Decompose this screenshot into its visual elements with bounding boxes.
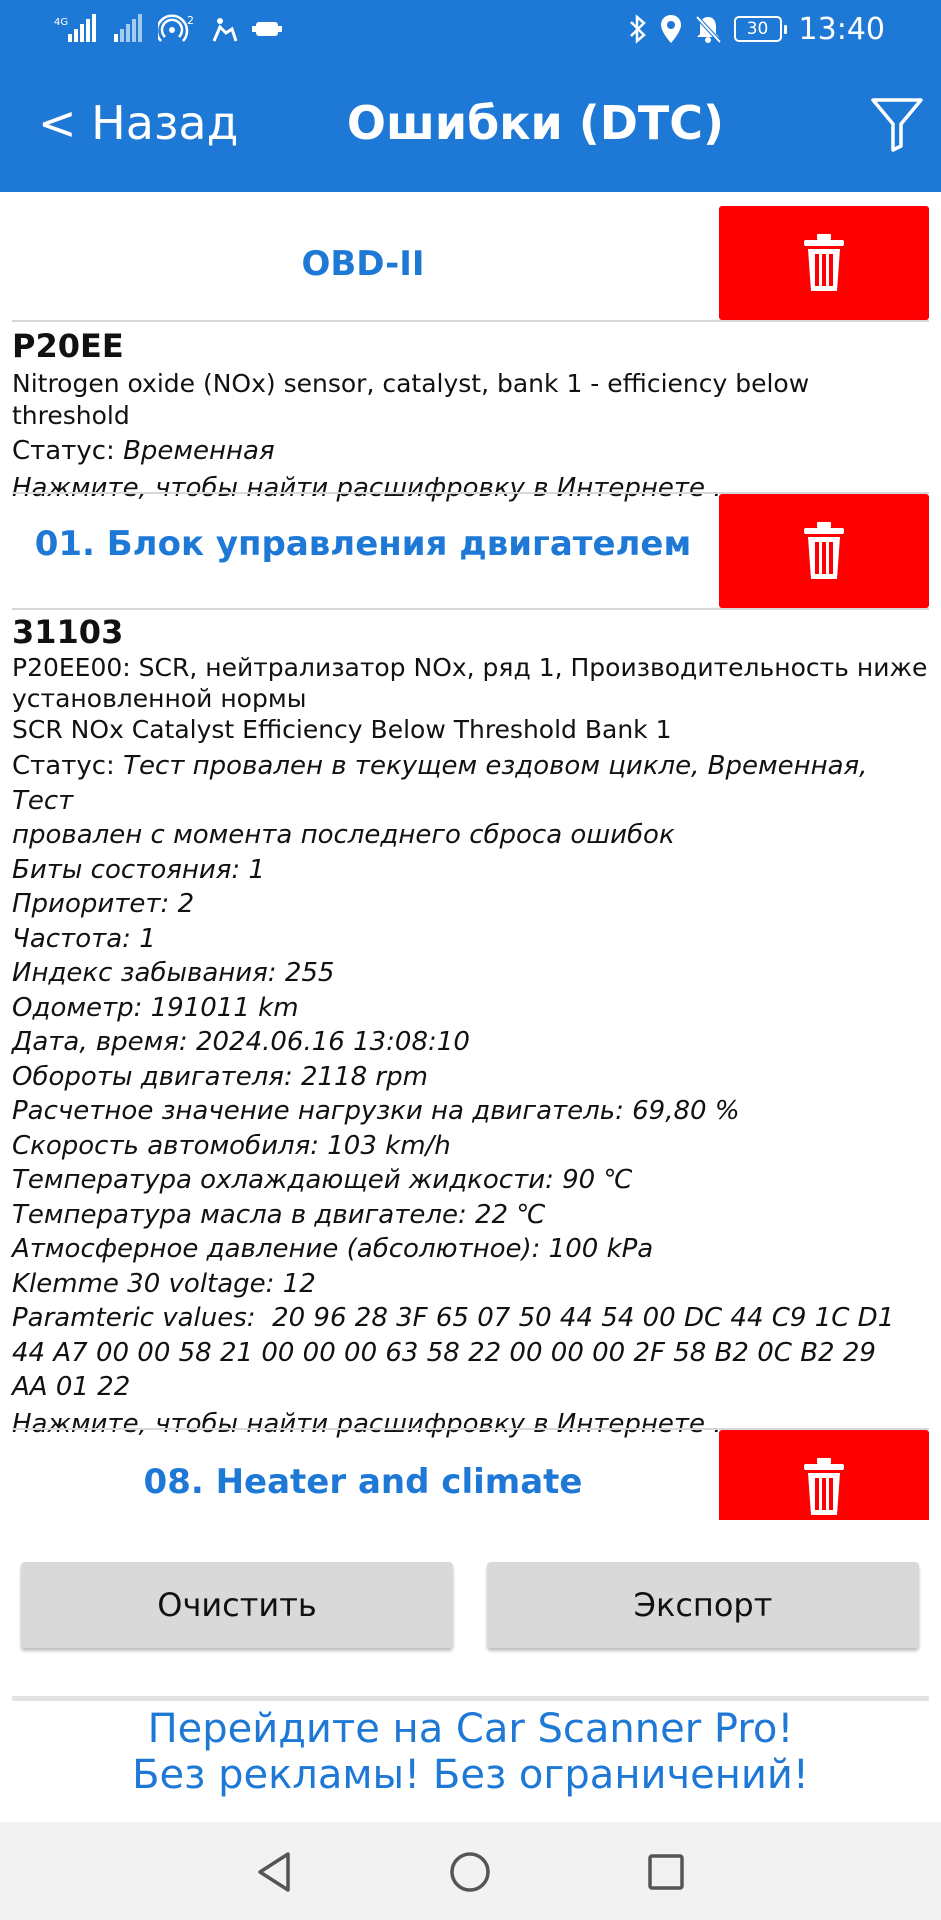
nav-home-icon[interactable] <box>442 1844 498 1900</box>
detail-status-bits: Биты состояния: 1 <box>12 854 265 885</box>
trash-icon <box>804 522 844 579</box>
nav-back-icon[interactable] <box>246 1844 302 1900</box>
section-header-heater: 08. Heater and climate <box>12 1430 929 1520</box>
mute-bell-icon <box>694 14 722 44</box>
filter-icon[interactable] <box>869 94 925 154</box>
section-title: OBD-II <box>301 244 425 284</box>
status-label: Статус: <box>12 436 124 466</box>
dtc-item[interactable]: P20EE Nitrogen oxide (NOx) sensor, catal… <box>12 326 929 505</box>
section-header-engine: 01. Блок управления двигателем <box>12 494 929 608</box>
trash-icon <box>804 1458 844 1515</box>
battery-icon: 30 <box>733 16 787 42</box>
detail-coolant-temp: Температура охлаждающей жидкости: 90 ℃ <box>12 1165 633 1195</box>
car-connection-icon <box>212 15 238 43</box>
detail-odometer: Одометр: 191011 km <box>12 992 299 1023</box>
detail-engine-load: Расчетное значение нагрузки на двигатель… <box>12 1096 740 1126</box>
detail-oil-temp: Температура масла в двигателе: 22 ℃ <box>12 1199 546 1230</box>
detail-parametric-values: Paramteric values: 20 96 28 3F 65 07 50 … <box>12 1303 895 1333</box>
battery-level: 30 <box>733 16 782 42</box>
dtc-code: P20EE <box>12 327 124 365</box>
status-value: Временная <box>123 436 275 466</box>
detail-forget-index: Индекс забывания: 255 <box>12 958 335 988</box>
section-header-obd2: OBD-II <box>12 206 929 320</box>
detail-vehicle-speed: Скорость автомобиля: 103 km/h <box>12 1130 451 1161</box>
app-bar: < Назад Ошибки (DTC) <box>0 58 941 192</box>
network-label: 4G <box>54 17 68 28</box>
dtc-status: Статус: Временная <box>12 434 929 469</box>
ad-line-1: Перейдите на Car Scanner Pro! <box>147 1706 794 1752</box>
delete-section-button[interactable] <box>719 494 929 608</box>
divider <box>12 1696 929 1701</box>
dtc-status-cont: провален с момента последнего сброса оши… <box>12 820 675 850</box>
detail-parametric-values-cont: 44 A7 00 00 58 21 00 00 00 63 58 22 00 0… <box>12 1337 876 1368</box>
detail-datetime: Дата, время: 2024.06.16 13:08:10 <box>12 1027 470 1057</box>
detail-klemme30: Klemme 30 voltage: 12 <box>12 1268 316 1299</box>
status-value: Тест провален в текущем ездовом цикле, В… <box>12 751 868 816</box>
dtc-description-line: установленной нормы <box>12 684 307 713</box>
section-title: 08. Heater and climate <box>143 1462 583 1502</box>
detail-priority: Приоритет: 2 <box>12 889 195 919</box>
status-label: Статус: <box>12 751 124 781</box>
detail-parametric-values-cont: AA 01 22 <box>12 1372 131 1402</box>
bluetooth-icon <box>628 14 648 44</box>
detail-baro-pressure: Атмосферное давление (абсолютное): 100 k… <box>12 1234 654 1264</box>
delete-section-button[interactable] <box>719 206 929 320</box>
detail-engine-rpm: Обороты двигателя: 2118 rpm <box>12 1061 428 1092</box>
system-nav-bar <box>0 1822 941 1920</box>
delete-section-button[interactable] <box>719 1430 929 1520</box>
signal-icon: 4G <box>54 14 100 44</box>
section-title: 01. Блок управления двигателем <box>34 524 692 564</box>
clock: 13:40 <box>798 11 885 47</box>
export-button[interactable]: Экспорт <box>487 1562 919 1648</box>
dtc-description: Nitrogen oxide (NOx) sensor, catalyst, b… <box>12 369 810 430</box>
ad-line-2: Без рекламы! Без ограничений! <box>132 1752 809 1798</box>
divider <box>12 320 929 322</box>
detail-frequency: Частота: 1 <box>12 923 156 954</box>
page-title: Ошибки (DTC) <box>346 96 725 150</box>
hotspot-icon: 2 <box>158 14 198 44</box>
signal-weak-icon <box>114 14 144 44</box>
obd-adapter-icon <box>252 18 282 40</box>
dtc-status: Статус: Тест провален в текущем ездовом … <box>12 749 929 818</box>
dtc-item[interactable]: 31103 P20EE00: SCR, нейтрализатор NOx, р… <box>12 612 929 1441</box>
nav-recents-icon[interactable] <box>638 1844 694 1900</box>
pro-upgrade-banner[interactable]: Перейдите на Car Scanner Pro! Без реклам… <box>0 1706 941 1798</box>
divider <box>12 608 929 610</box>
dtc-code: 31103 <box>12 613 124 651</box>
location-icon <box>660 14 682 44</box>
dtc-description-line: P20EE00: SCR, нейтрализатор NOx, ряд 1, … <box>12 653 928 682</box>
dtc-description-line: SCR NOx Catalyst Efficiency Below Thresh… <box>12 715 672 744</box>
clear-button[interactable]: Очистить <box>21 1562 453 1648</box>
status-bar: 4G 2 30 13:40 <box>0 0 941 58</box>
trash-icon <box>804 234 844 291</box>
wifi-label: 2 <box>187 14 194 27</box>
dtc-list: OBD-II P20EE Nitrogen oxide (NOx) sensor… <box>0 192 941 1520</box>
